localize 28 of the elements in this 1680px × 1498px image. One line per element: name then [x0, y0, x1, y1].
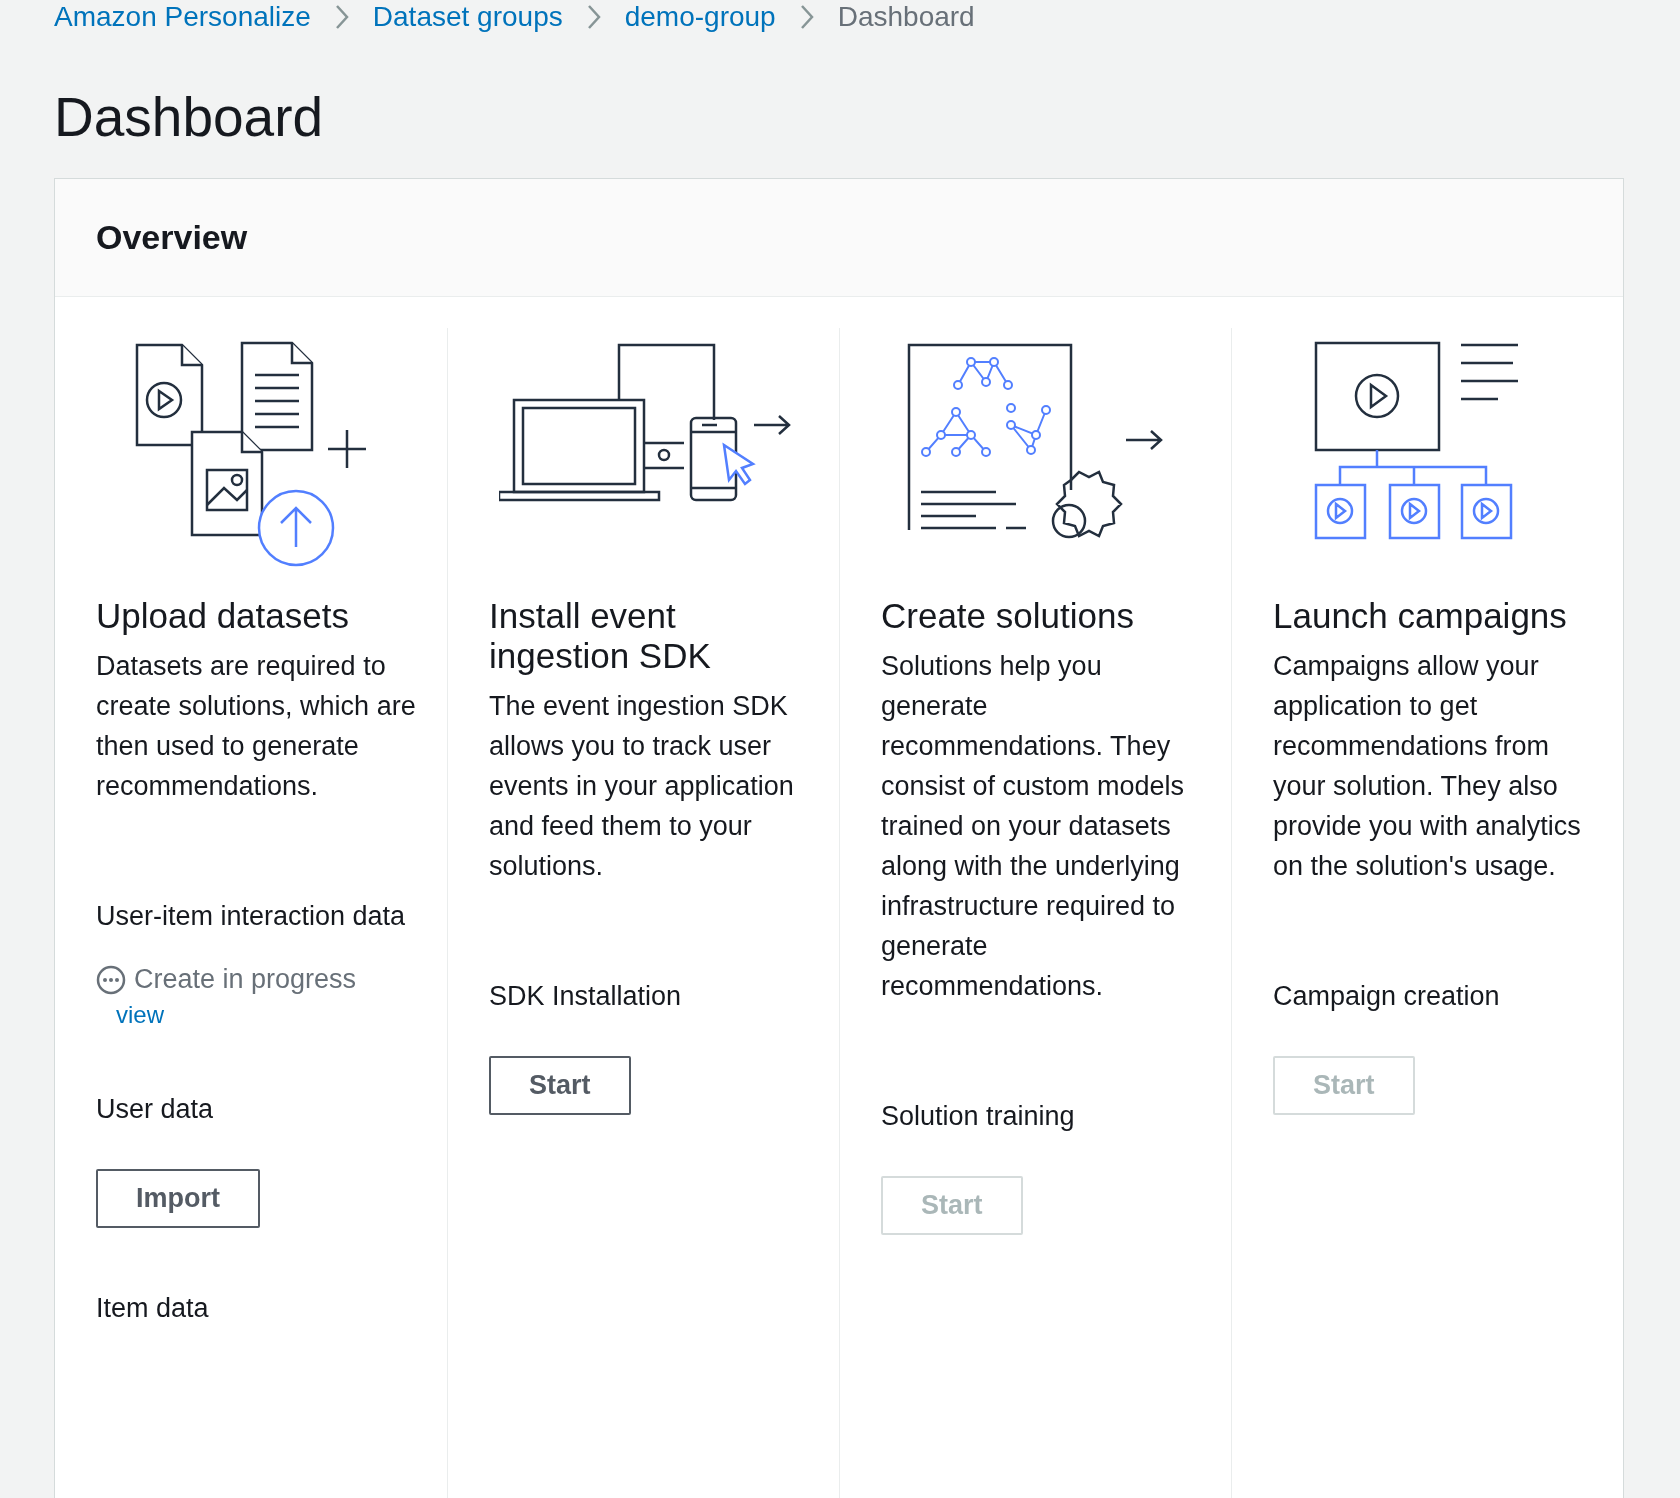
page-title: Dashboard	[54, 85, 325, 150]
column-description: Solutions help you generate recommendations. They consist of custom models trained on your datasets along with the underlying infrastructure required to generate recommendations.	[881, 650, 1186, 1003]
step-label: User-item interaction data	[96, 900, 407, 933]
chevron-right-icon	[799, 4, 814, 30]
step-label: Solution training	[881, 1100, 1076, 1133]
step-label: Item data	[96, 1292, 210, 1325]
column-title: Upload datasets	[96, 596, 350, 636]
column-title: Create solutions	[881, 596, 1135, 636]
column-description: Datasets are required to create solutions, which are then used to generate recommendations.	[96, 650, 417, 803]
chevron-right-icon	[586, 4, 601, 30]
column-title: Launch campaigns	[1273, 596, 1568, 636]
step-label: Campaign creation	[1273, 980, 1501, 1013]
breadcrumb-link[interactable]: demo-group	[624, 0, 776, 34]
chevron-right-icon	[334, 4, 349, 30]
column-description: Campaigns allow your application to get recommendations from your solution. They also provide you with analytics on the solution's usage.	[1273, 650, 1582, 883]
breadcrumb-link[interactable]: Amazon Personalize	[54, 0, 311, 34]
column-description: The event ingestion SDK allows you to track user events in your application and feed them to your solutions.	[489, 690, 795, 883]
action-button[interactable]: Start	[489, 1056, 631, 1115]
action-button[interactable]: Import	[96, 1169, 260, 1228]
status-text: Create in progress	[134, 964, 357, 995]
view-link[interactable]: view	[116, 1001, 164, 1029]
step-label: SDK Installation	[489, 980, 683, 1013]
panel-title: Overview	[96, 218, 248, 257]
breadcrumb-current: Dashboard	[837, 0, 975, 34]
step-label: User data	[96, 1093, 215, 1126]
column-title: Install event ingestion SDK	[489, 596, 712, 676]
breadcrumb-link[interactable]: Dataset groups	[372, 0, 563, 34]
in-progress-icon	[96, 964, 126, 995]
